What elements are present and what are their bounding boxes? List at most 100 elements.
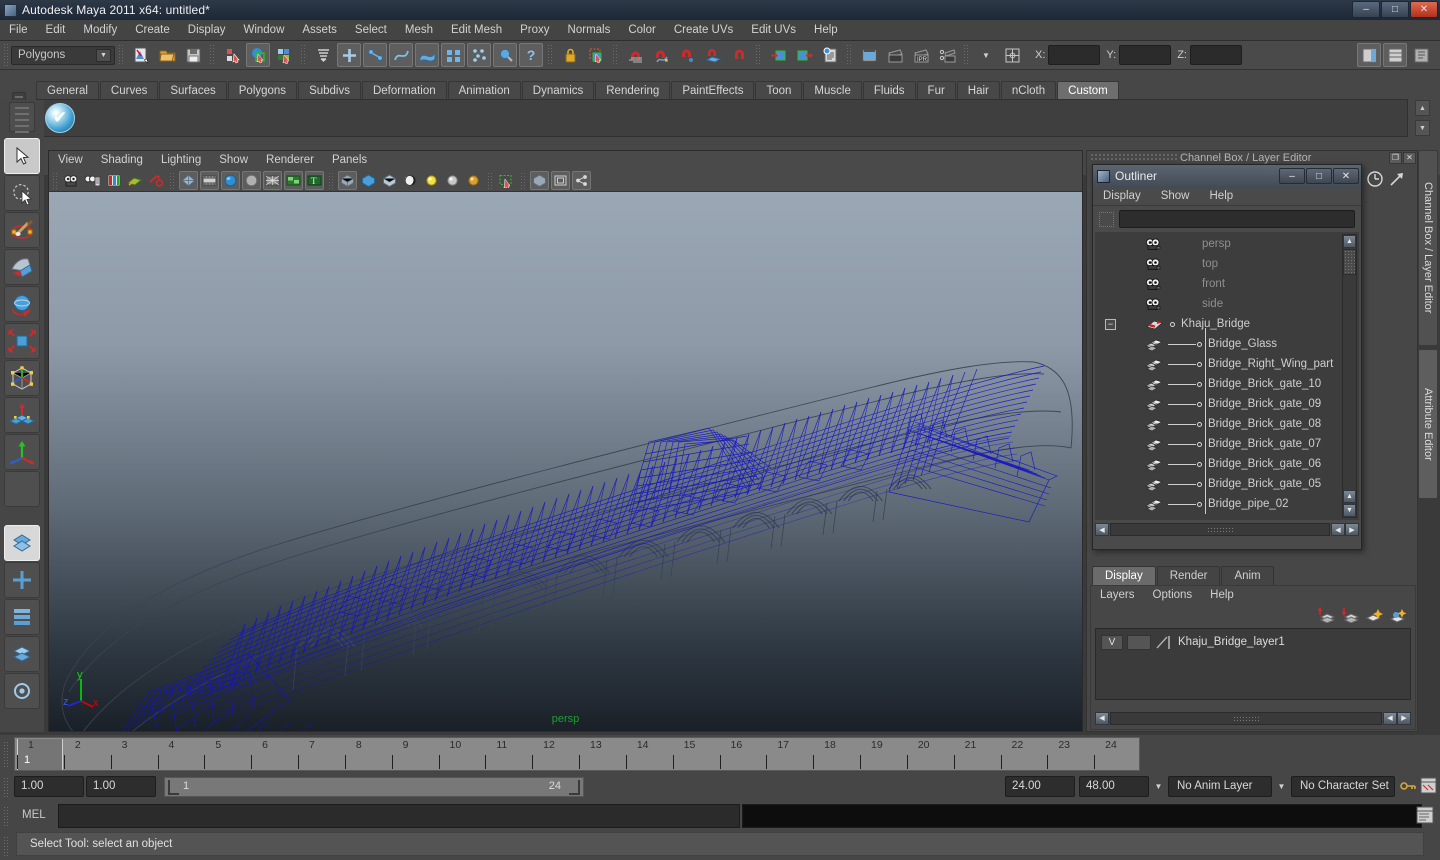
outliner-scroll-up2-button[interactable]: ▲ xyxy=(1343,490,1356,503)
select-camera-icon[interactable] xyxy=(62,171,81,190)
outliner-item[interactable]: − Khaju_Bridge xyxy=(1095,314,1341,334)
shelf-tab-toon[interactable]: Toon xyxy=(755,81,803,100)
film-gate-icon[interactable] xyxy=(200,171,219,190)
animation-preferences-icon[interactable] xyxy=(1420,777,1437,794)
snap-to-plane-icon[interactable] xyxy=(701,43,725,67)
menu-create[interactable]: Create xyxy=(126,20,179,41)
chevron-down-icon[interactable]: ▼ xyxy=(974,43,998,67)
viewport-menu-lighting[interactable]: Lighting xyxy=(152,151,210,170)
layer-list-hscrollbar[interactable]: ◀ ◀ ▶ xyxy=(1095,711,1411,725)
menu-display[interactable]: Display xyxy=(179,20,235,41)
maximize-button[interactable]: □ xyxy=(1381,1,1409,18)
textured-icon[interactable] xyxy=(284,171,303,190)
snap-to-view-icon[interactable] xyxy=(727,43,751,67)
outliner-vertical-scrollbar[interactable]: ▲ ▲ ▼ xyxy=(1342,234,1357,518)
outliner-item[interactable]: Bridge_Brick_gate_07 xyxy=(1095,434,1341,454)
layer-menu-help[interactable]: Help xyxy=(1201,586,1243,604)
light2-icon[interactable] xyxy=(443,171,462,190)
select-tool[interactable] xyxy=(4,138,40,174)
viewport-3d-canvas[interactable]: y x z persp xyxy=(49,192,1082,731)
ipr-render-icon[interactable] xyxy=(883,43,907,67)
new-scene-icon[interactable] xyxy=(129,43,153,67)
outliner-scroll-thumb[interactable] xyxy=(1343,249,1356,275)
outliner-expand-toggle[interactable]: − xyxy=(1105,318,1116,330)
select-mask-all-icon[interactable] xyxy=(311,43,335,67)
output-connections-icon[interactable] xyxy=(792,43,816,67)
timeline-grip[interactable] xyxy=(3,741,10,767)
field-grid-icon[interactable] xyxy=(1000,43,1024,67)
outliner-titlebar[interactable]: Outliner – □ ✕ xyxy=(1093,165,1361,187)
shelf-tab-rendering[interactable]: Rendering xyxy=(595,81,671,100)
lock-selection-icon[interactable] xyxy=(558,43,582,67)
layer-scroll-right-button[interactable]: ▶ xyxy=(1397,711,1411,725)
custom-shelf-button[interactable]: ✔ xyxy=(45,103,75,133)
menu-color[interactable]: Color xyxy=(619,20,664,41)
channelbox-restore-button[interactable]: ❐ xyxy=(1389,151,1402,164)
input-connections-icon[interactable] xyxy=(766,43,790,67)
shelf-tab-ncloth[interactable]: nCloth xyxy=(1000,81,1057,100)
range-start-handle[interactable] xyxy=(168,780,179,795)
outliner-scroll-left2-button[interactable]: ◀ xyxy=(1331,523,1345,536)
camera-attributes-icon[interactable] xyxy=(83,171,102,190)
range-end-handle[interactable] xyxy=(569,780,580,795)
select-mask-curves-icon[interactable] xyxy=(389,43,413,67)
shelf-tab-muscle[interactable]: Muscle xyxy=(803,81,862,100)
lasso-select-tool[interactable] xyxy=(4,175,40,211)
outliner-search-input[interactable] xyxy=(1119,210,1355,228)
light1-icon[interactable] xyxy=(422,171,441,190)
panel-icon[interactable] xyxy=(551,171,570,190)
layer-scroll-left-button[interactable]: ◀ xyxy=(1095,711,1109,725)
channelbox-close-button[interactable]: ✕ xyxy=(1403,151,1416,164)
smooth-shade-selected-icon[interactable] xyxy=(242,171,261,190)
playback-start-field[interactable]: 1.00 xyxy=(86,776,156,797)
snap-to-curve-icon[interactable] xyxy=(649,43,673,67)
menu-mesh[interactable]: Mesh xyxy=(396,20,442,41)
character-set-dropdown-arrow[interactable]: ▼ xyxy=(1275,777,1288,796)
layer-row[interactable]: V Khaju_Bridge_layer1 xyxy=(1096,633,1410,651)
viewport-menu-show[interactable]: Show xyxy=(210,151,257,170)
layer-hscroll-track[interactable] xyxy=(1110,711,1382,725)
share-icon[interactable] xyxy=(572,171,591,190)
outliner-minimize-button[interactable]: – xyxy=(1279,168,1305,184)
universal-manipulator-tool[interactable] xyxy=(4,360,40,396)
anim-layer-field[interactable]: No Anim Layer xyxy=(1168,776,1272,797)
shelf-scroll-up-button[interactable]: ▲ xyxy=(1415,100,1430,116)
outliner-item[interactable]: Bridge_Glass xyxy=(1095,334,1341,354)
viewport-menu-shading[interactable]: Shading xyxy=(92,151,152,170)
layer-visibility-toggle[interactable]: V xyxy=(1101,634,1123,650)
select-mask-handles-icon[interactable] xyxy=(337,43,361,67)
select-mask-joints-icon[interactable] xyxy=(363,43,387,67)
shelf-tab-hair[interactable]: Hair xyxy=(956,81,1000,100)
select-mask-surfaces-icon[interactable] xyxy=(415,43,439,67)
shelf-tab-surfaces[interactable]: Surfaces xyxy=(159,81,227,100)
layer-menu-layers[interactable]: Layers xyxy=(1091,586,1144,604)
layer-editor-tab-anim[interactable]: Anim xyxy=(1221,566,1274,585)
menu-edit-uvs[interactable]: Edit UVs xyxy=(742,20,805,41)
create-empty-layer-icon[interactable] xyxy=(1317,607,1336,624)
new-layer-highlight-icon[interactable] xyxy=(1365,607,1383,623)
chevron-down-icon[interactable]: ▼ xyxy=(96,48,111,62)
coord-z-field[interactable] xyxy=(1189,45,1242,65)
save-scene-icon[interactable] xyxy=(181,43,205,67)
menu-proxy[interactable]: Proxy xyxy=(511,20,558,41)
snap-to-grid-icon[interactable] xyxy=(623,43,647,67)
command-line-grip[interactable] xyxy=(3,806,10,826)
outliner-item[interactable]: side xyxy=(1095,294,1341,314)
bookmark-icon[interactable] xyxy=(104,171,123,190)
outliner-scroll-left-button[interactable]: ◀ xyxy=(1095,523,1109,536)
menu-help[interactable]: Help xyxy=(805,20,847,41)
outliner-close-button[interactable]: ✕ xyxy=(1333,168,1359,184)
create-layer-from-selected-icon[interactable] xyxy=(1341,607,1360,624)
xray-icon[interactable] xyxy=(401,171,420,190)
shelf-tab-animation[interactable]: Animation xyxy=(447,81,521,100)
minimize-button[interactable]: – xyxy=(1352,1,1380,18)
menu-file[interactable]: File xyxy=(0,20,37,41)
open-scene-icon[interactable] xyxy=(155,43,179,67)
layer-shading-toggle[interactable] xyxy=(1127,634,1151,650)
command-line-input[interactable] xyxy=(58,804,740,828)
layout-list-icon[interactable] xyxy=(4,599,40,635)
smooth-shade-all-icon[interactable] xyxy=(221,171,240,190)
script-editor-icon[interactable] xyxy=(1416,806,1434,824)
range-slider[interactable]: 1 24 xyxy=(164,777,584,797)
layer-list[interactable]: V Khaju_Bridge_layer1 xyxy=(1095,628,1411,700)
